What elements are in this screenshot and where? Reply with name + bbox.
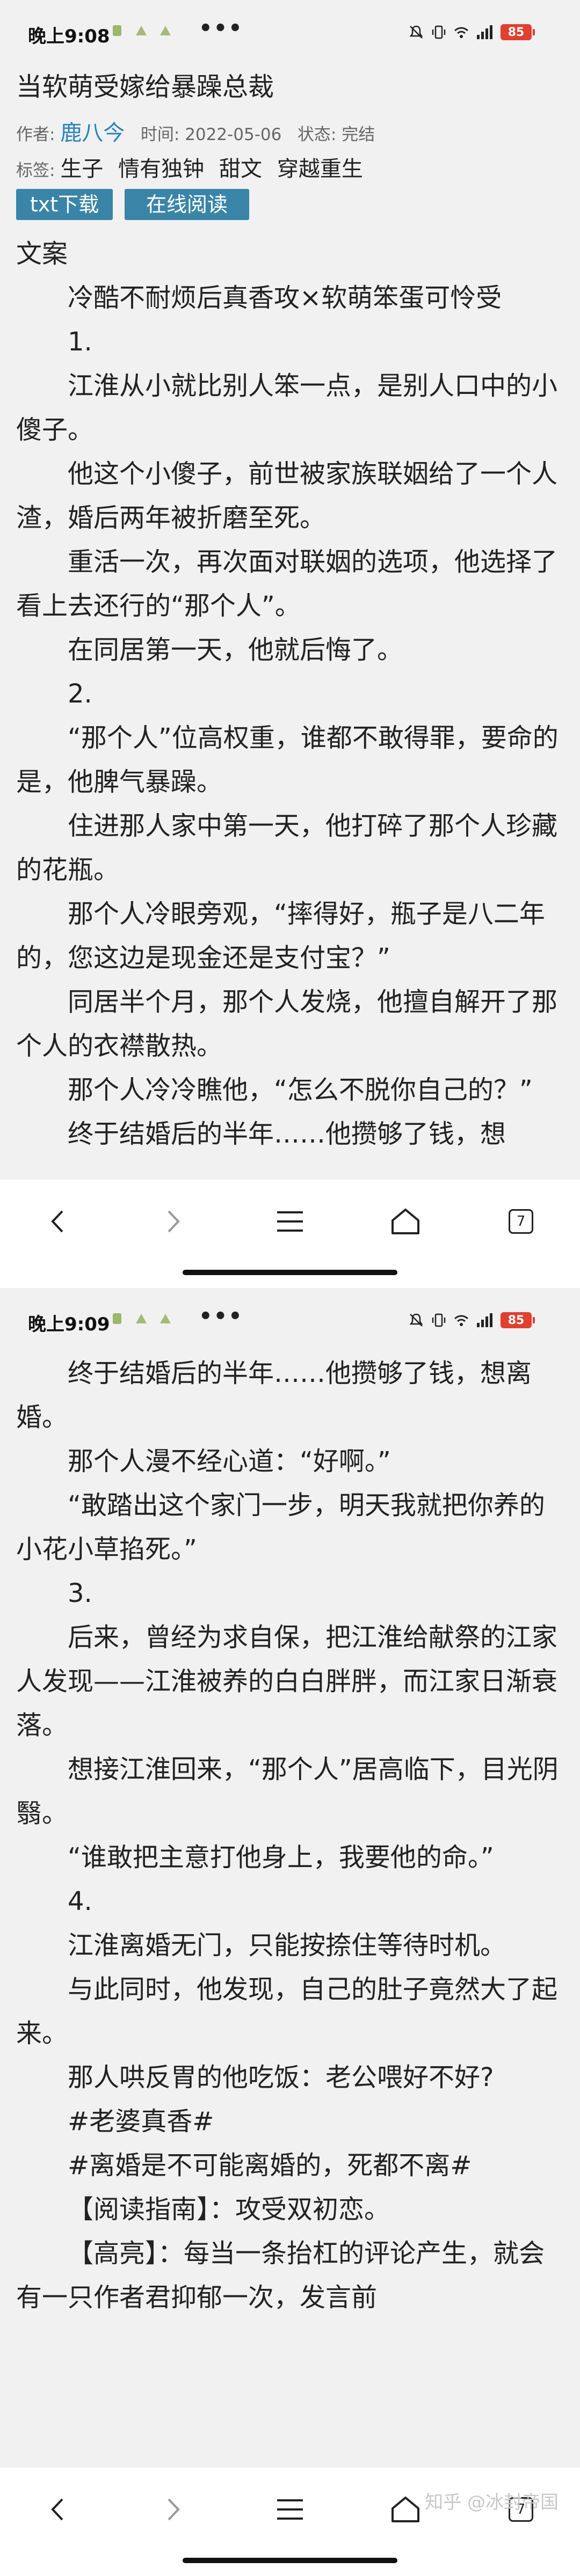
text-paragraph: 那人哄反胃的他吃饭：老公喂好不好? — [68, 2062, 494, 2092]
tag-item[interactable]: 情有独钟 — [118, 157, 204, 181]
text-paragraph: 那个人冷眼旁观，“摔得好，瓶子是八二年的，您这边是现金还是支付宝？” — [16, 899, 545, 973]
menu-icon — [277, 1211, 303, 1232]
text-paragraph: 终于结婚后的半年……他攒够了钱，想 — [68, 1119, 506, 1149]
notification-icon — [136, 1314, 147, 1323]
tag-item[interactable]: 甜文 — [219, 157, 262, 181]
vibrate-icon — [432, 25, 446, 39]
read-online-button[interactable]: 在线阅读 — [125, 189, 249, 220]
text-paragraph: 住进那人家中第一天，他打碎了那个人珍藏的花瓶。 — [16, 811, 558, 885]
chevron-right-icon — [168, 2498, 180, 2521]
text-paragraph: 同居半个月，那个人发烧，他擅自解开了那个人的衣襟散热。 — [16, 987, 558, 1061]
signal-icon — [477, 1313, 492, 1327]
synopsis-text: 文案 冷酷不耐烦后真香攻×软萌笨蛋可怜受 1. 江淮从小就比别人笨一点，是别人口… — [16, 232, 564, 1156]
text-paragraph: 终于结婚后的半年……他攒够了钱，想离婚。 — [16, 1358, 532, 1432]
text-paragraph: 4. — [68, 1886, 92, 1916]
screenshot-top: 晚上9:08 ••• 85 当软萌受嫁给暴躁总裁 作者: 鹿八今 时间: 202… — [0, 0, 580, 1288]
text-paragraph: 在同居第一天，他就后悔了。 — [68, 635, 403, 665]
watermark: 知乎 @冰封帝国 — [425, 2492, 559, 2513]
browser-nav-bar: 7 — [0, 1180, 580, 1288]
text-paragraph: “谁敢把主意打他身上，我要他的命。” — [68, 1842, 494, 1872]
wifi-icon — [454, 1315, 468, 1326]
more-notifications-icon: ••• — [199, 1304, 243, 1329]
more-notifications-icon: ••• — [199, 16, 243, 41]
book-meta: 作者: 鹿八今 时间: 2022-05-06 状态: 完结 — [16, 115, 375, 147]
text-paragraph: #老婆真香# — [68, 2106, 214, 2136]
text-paragraph: 【阅读指南】：攻受双初恋。 — [68, 2194, 390, 2224]
tabs-count: 7 — [509, 1209, 533, 1234]
forward-button[interactable] — [151, 2488, 194, 2531]
book-title: 当软萌受嫁给暴躁总裁 — [16, 72, 274, 102]
home-icon — [392, 1209, 419, 1234]
status-bar: 晚上9:09 ••• 85 — [0, 1288, 580, 1352]
text-paragraph: 那个人冷冷瞧他，“怎么不脱你自己的？” — [68, 1075, 533, 1105]
back-button[interactable] — [37, 1200, 79, 1243]
text-paragraph: #离婚是不可能离婚的，死都不离# — [68, 2150, 472, 2180]
text-paragraph: 江淮离婚无门，只能按捺住等待时机。 — [68, 1930, 506, 1960]
author-label: 作者: — [16, 125, 55, 144]
home-indicator[interactable] — [183, 1270, 397, 1275]
text-paragraph: 1. — [68, 327, 92, 357]
mute-icon — [409, 1313, 423, 1327]
status-right: 85 — [408, 1309, 535, 1331]
vibrate-icon — [432, 1313, 446, 1327]
notification-icon — [113, 1313, 121, 1324]
tag-list: 标签: 生子 情有独钟 甜文 穿越重生 — [16, 151, 373, 182]
battery-icon: 85 — [501, 24, 535, 40]
back-button[interactable] — [37, 2488, 79, 2531]
notification-icon — [160, 1314, 171, 1323]
notification-icon — [136, 26, 147, 35]
wifi-icon — [454, 27, 468, 38]
text-paragraph: 与此同时，他发现，自己的肚子竟然大了起来。 — [16, 1974, 558, 2048]
home-button[interactable] — [384, 2488, 427, 2531]
text-paragraph: 那个人漫不经心道：“好啊。” — [68, 1446, 391, 1476]
menu-button[interactable] — [269, 2488, 311, 2531]
chevron-left-icon — [51, 1210, 63, 1233]
status-time: 晚上9:09 — [28, 1314, 110, 1335]
chevron-left-icon — [51, 2498, 63, 2521]
browser-nav-bar: 7 — [0, 2468, 580, 2576]
text-paragraph: 3. — [68, 1578, 92, 1608]
status-time: 晚上9:08 — [28, 26, 110, 47]
notification-icon — [113, 25, 121, 36]
synopsis-text: 终于结婚后的半年……他攒够了钱，想离婚。 那个人漫不经心道：“好啊。” “敢踏出… — [16, 1351, 564, 2319]
signal-icon — [477, 25, 492, 39]
publish-date: 2022-05-06 — [185, 125, 282, 144]
notification-icon — [160, 26, 171, 35]
author-link[interactable]: 鹿八今 — [60, 121, 125, 145]
tabs-button[interactable]: 7 — [499, 1200, 542, 1243]
text-paragraph: 冷酷不耐烦后真香攻×软萌笨蛋可怜受 — [68, 283, 502, 313]
status-label: 状态: — [297, 125, 337, 144]
tag-item[interactable]: 生子 — [60, 157, 103, 181]
text-paragraph: 【高亮】：每当一条抬杠的评论产生，就会有一只作者君抑郁一次，发言前 — [16, 2238, 545, 2312]
chevron-right-icon — [168, 1210, 180, 1233]
book-status: 完结 — [342, 125, 375, 144]
forward-button[interactable] — [151, 1200, 194, 1243]
status-right: 85 — [408, 21, 535, 43]
status-bar: 晚上9:08 ••• 85 — [0, 0, 580, 64]
time-label: 时间: — [140, 125, 180, 144]
battery-icon: 85 — [501, 1312, 535, 1328]
section-heading: 文案 — [16, 239, 68, 269]
home-button[interactable] — [384, 1200, 427, 1243]
menu-icon — [277, 2499, 303, 2520]
text-paragraph: “敢踏出这个家门一步，明天我就把你养的小花小草掐死。” — [16, 1490, 545, 1564]
screenshot-bottom: 晚上9:09 ••• 85 终于结婚后的半年……他攒够了钱，想离婚。 那个人漫不… — [0, 1288, 580, 2576]
text-paragraph: 2. — [68, 679, 92, 709]
text-paragraph: “那个人”位高权重，谁都不敢得罪，要命的是，他脾气暴躁。 — [16, 723, 559, 797]
tags-label: 标签: — [16, 161, 55, 180]
text-paragraph: 他这个小傻子，前世被家族联姻给了一个人渣，婚后两年被折磨至死。 — [16, 459, 558, 533]
text-paragraph: 重活一次，再次面对联姻的选项，他选择了看上去还行的“那个人”。 — [16, 547, 558, 621]
txt-download-button[interactable]: txt下载 — [16, 189, 113, 220]
home-icon — [392, 2497, 419, 2522]
text-paragraph: 江淮从小就比别人笨一点，是别人口中的小傻子。 — [16, 371, 558, 445]
text-paragraph: 后来，曾经为求自保，把江淮给献祭的江家人发现——江淮被养的白白胖胖，而江家日渐衰… — [16, 1622, 558, 1740]
text-paragraph: 想接江淮回来，“那个人”居高临下，目光阴翳。 — [16, 1754, 559, 1828]
home-indicator[interactable] — [183, 2558, 397, 2563]
tag-item[interactable]: 穿越重生 — [277, 157, 363, 181]
menu-button[interactable] — [269, 1200, 311, 1243]
mute-icon — [409, 25, 423, 39]
